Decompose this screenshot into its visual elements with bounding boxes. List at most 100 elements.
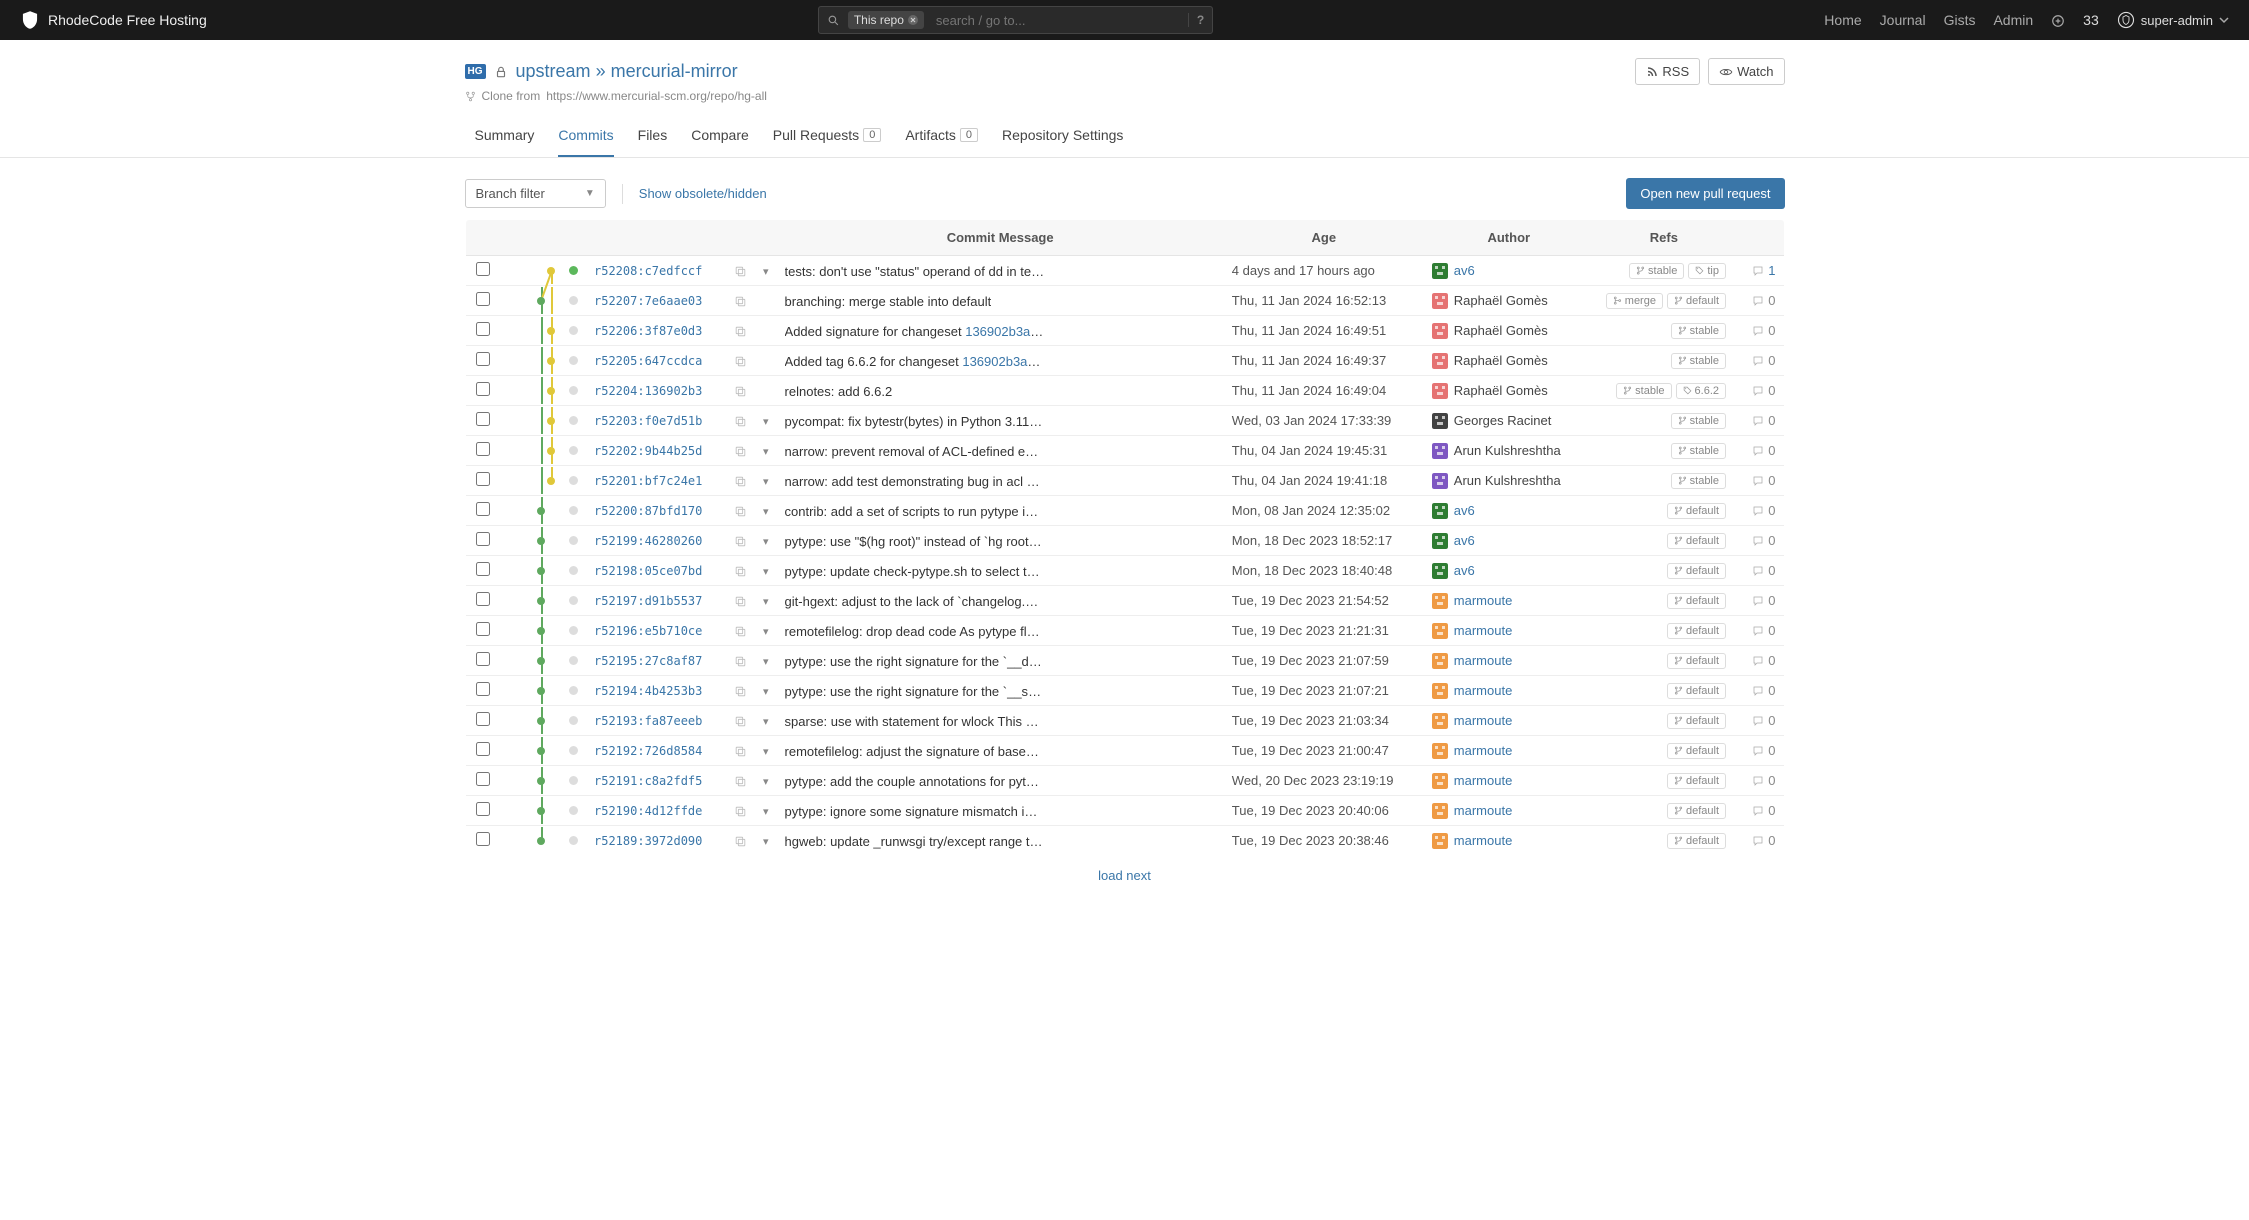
commit-hash-link[interactable]: r52205:647ccdca bbox=[594, 354, 702, 368]
expand-caret-icon[interactable]: ▾ bbox=[763, 716, 769, 728]
search-scope-pill[interactable]: This repo bbox=[848, 11, 924, 29]
commit-message[interactable]: tests: don't use "status" operand of dd … bbox=[785, 264, 1045, 279]
expand-caret-icon[interactable]: ▾ bbox=[763, 416, 769, 428]
copy-icon[interactable] bbox=[734, 473, 747, 488]
close-icon[interactable] bbox=[908, 15, 918, 25]
comment-count-link[interactable]: 1 bbox=[1768, 263, 1775, 278]
ref-tag[interactable]: default bbox=[1667, 833, 1726, 849]
commit-message[interactable]: relnotes: add 6.6.2 bbox=[785, 384, 893, 399]
row-checkbox[interactable] bbox=[476, 832, 490, 846]
copy-icon[interactable] bbox=[734, 413, 747, 428]
author-link[interactable]: marmoute bbox=[1454, 833, 1513, 848]
copy-icon[interactable] bbox=[734, 383, 747, 398]
commit-hash-link[interactable]: r52192:726d8584 bbox=[594, 744, 702, 758]
commit-message[interactable]: pytype: use the right signature for the … bbox=[785, 654, 1045, 669]
commit-hash-link[interactable]: r52199:46280260 bbox=[594, 534, 702, 548]
status-dot-icon[interactable] bbox=[569, 596, 578, 605]
commit-message[interactable]: pytype: update check-pytype.sh to select… bbox=[785, 564, 1045, 579]
commit-hash-link[interactable]: r52200:87bfd170 bbox=[594, 504, 702, 518]
copy-icon[interactable] bbox=[734, 443, 747, 458]
ref-tag[interactable]: default bbox=[1667, 743, 1726, 759]
commit-hash-link[interactable]: r52206:3f87e0d3 bbox=[594, 324, 702, 338]
commit-message[interactable]: sparse: use with statement for wlock Thi… bbox=[785, 714, 1045, 729]
expand-caret-icon[interactable]: ▾ bbox=[763, 536, 769, 548]
status-dot-icon[interactable] bbox=[569, 686, 578, 695]
ref-tag[interactable]: merge bbox=[1606, 293, 1663, 309]
copy-icon[interactable] bbox=[734, 833, 747, 848]
expand-caret-icon[interactable]: ▾ bbox=[763, 266, 769, 278]
load-next-link[interactable]: load next bbox=[1098, 868, 1151, 883]
commit-message[interactable]: narrow: prevent removal of ACL-defined e… bbox=[785, 444, 1045, 459]
ref-tag[interactable]: stable bbox=[1671, 353, 1726, 369]
author-link[interactable]: av6 bbox=[1454, 503, 1475, 518]
status-dot-icon[interactable] bbox=[569, 326, 578, 335]
row-checkbox[interactable] bbox=[476, 382, 490, 396]
copy-icon[interactable] bbox=[734, 263, 747, 278]
row-checkbox[interactable] bbox=[476, 682, 490, 696]
tab-commits[interactable]: Commits bbox=[558, 117, 613, 157]
author-link[interactable]: marmoute bbox=[1454, 593, 1513, 608]
status-dot-icon[interactable] bbox=[569, 506, 578, 515]
copy-icon[interactable] bbox=[734, 803, 747, 818]
author-link[interactable]: marmoute bbox=[1454, 743, 1513, 758]
commit-hash-link[interactable]: r52204:136902b3 bbox=[594, 384, 702, 398]
ref-tag[interactable]: stable bbox=[1671, 413, 1726, 429]
copy-icon[interactable] bbox=[734, 323, 747, 338]
commit-message[interactable]: pytype: use the right signature for the … bbox=[785, 684, 1045, 699]
copy-icon[interactable] bbox=[734, 593, 747, 608]
copy-icon[interactable] bbox=[734, 353, 747, 368]
status-dot-icon[interactable] bbox=[569, 386, 578, 395]
ref-tag[interactable]: default bbox=[1667, 713, 1726, 729]
commit-message[interactable]: narrow: add test demonstrating bug in ac… bbox=[785, 474, 1045, 489]
author-link[interactable]: av6 bbox=[1454, 533, 1475, 548]
status-dot-icon[interactable] bbox=[569, 536, 578, 545]
row-checkbox[interactable] bbox=[476, 322, 490, 336]
tab-settings[interactable]: Repository Settings bbox=[1002, 117, 1123, 157]
copy-icon[interactable] bbox=[734, 653, 747, 668]
copy-icon[interactable] bbox=[734, 293, 747, 308]
nav-gists[interactable]: Gists bbox=[1944, 12, 1976, 28]
copy-icon[interactable] bbox=[734, 533, 747, 548]
ref-tag[interactable]: default bbox=[1667, 623, 1726, 639]
copy-icon[interactable] bbox=[734, 773, 747, 788]
commit-hash-link[interactable]: r52196:e5b710ce bbox=[594, 624, 702, 638]
status-dot-icon[interactable] bbox=[569, 356, 578, 365]
status-dot-icon[interactable] bbox=[569, 566, 578, 575]
ref-tag[interactable]: tip bbox=[1688, 263, 1726, 279]
commit-hash-link[interactable]: r52195:27c8af87 bbox=[594, 654, 702, 668]
row-checkbox[interactable] bbox=[476, 502, 490, 516]
status-dot-icon[interactable] bbox=[569, 776, 578, 785]
commit-msg-link[interactable]: 136902b3a95d bbox=[962, 354, 1044, 369]
commit-hash-link[interactable]: r52208:c7edfccf bbox=[594, 264, 702, 278]
row-checkbox[interactable] bbox=[476, 442, 490, 456]
expand-caret-icon[interactable]: ▾ bbox=[763, 566, 769, 578]
ref-tag[interactable]: stable bbox=[1616, 383, 1671, 399]
copy-icon[interactable] bbox=[734, 713, 747, 728]
row-checkbox[interactable] bbox=[476, 472, 490, 486]
row-checkbox[interactable] bbox=[476, 562, 490, 576]
commit-msg-link[interactable]: 136902b3a95d bbox=[965, 324, 1044, 339]
author-link[interactable]: marmoute bbox=[1454, 773, 1513, 788]
ref-tag[interactable]: default bbox=[1667, 503, 1726, 519]
commit-hash-link[interactable]: r52189:3972d090 bbox=[594, 834, 702, 848]
show-obsolete-link[interactable]: Show obsolete/hidden bbox=[639, 186, 767, 201]
row-checkbox[interactable] bbox=[476, 592, 490, 606]
status-dot-icon[interactable] bbox=[569, 416, 578, 425]
ref-tag[interactable]: default bbox=[1667, 683, 1726, 699]
author-link[interactable]: marmoute bbox=[1454, 683, 1513, 698]
copy-icon[interactable] bbox=[734, 503, 747, 518]
status-dot-icon[interactable] bbox=[569, 836, 578, 845]
search-help-icon[interactable]: ? bbox=[1188, 13, 1212, 27]
status-dot-icon[interactable] bbox=[569, 446, 578, 455]
nav-home[interactable]: Home bbox=[1824, 12, 1861, 28]
commit-message[interactable]: hgweb: update _runwsgi try/except range … bbox=[785, 834, 1045, 849]
open-pr-button[interactable]: Open new pull request bbox=[1626, 178, 1784, 209]
commit-message[interactable]: remotefilelog: drop dead code As pytype … bbox=[785, 624, 1045, 639]
status-dot-icon[interactable] bbox=[569, 626, 578, 635]
ref-tag[interactable]: default bbox=[1667, 293, 1726, 309]
ref-tag[interactable]: default bbox=[1667, 593, 1726, 609]
expand-caret-icon[interactable]: ▾ bbox=[763, 506, 769, 518]
copy-icon[interactable] bbox=[734, 743, 747, 758]
author-link[interactable]: marmoute bbox=[1454, 713, 1513, 728]
author-link[interactable]: marmoute bbox=[1454, 803, 1513, 818]
